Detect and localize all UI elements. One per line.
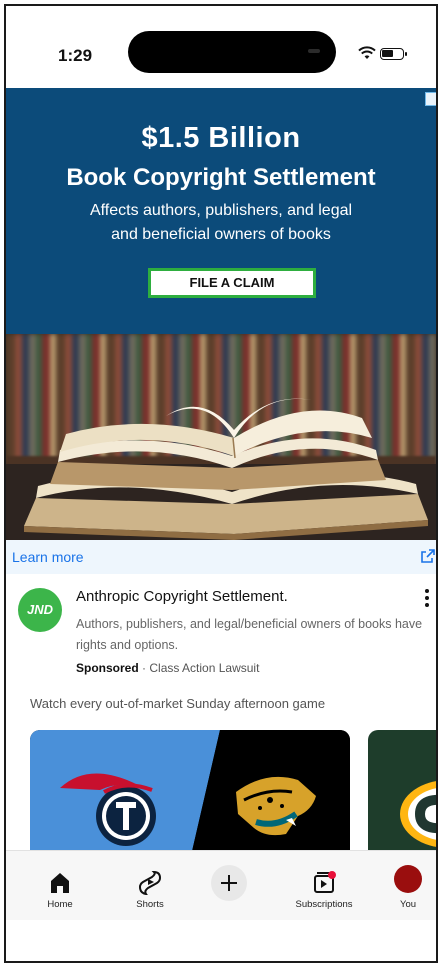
sponsored-description-line1: Authors, publishers, and legal/beneficia… [76, 617, 423, 631]
home-indicator-area [6, 920, 436, 961]
create-button[interactable] [211, 865, 247, 901]
external-link-icon[interactable] [420, 548, 436, 564]
avatar [394, 865, 422, 893]
more-options-icon[interactable] [420, 586, 434, 610]
ad-description-line2: and beneficial owners of books [111, 226, 331, 243]
sponsored-title[interactable]: Anthropic Copyright Settlement. [76, 588, 288, 605]
packers-logo-icon [400, 781, 436, 847]
sponsored-description-line2: rights and options. [76, 638, 179, 652]
ad-subheadline: Book Copyright Settlement [66, 164, 376, 191]
ad-description-line1: Affects authors, publishers, and legal [89, 202, 353, 219]
sponsored-item[interactable]: JND Anthropic Copyright Settlement. Auth… [6, 574, 436, 682]
ad-banner[interactable]: $1.5 Billion Book Copyright Settlement A… [6, 88, 436, 334]
ad-info-icon[interactable] [425, 92, 436, 106]
bottom-navigation: Home Shorts Subscriptions You [6, 850, 436, 921]
subscriptions-icon [314, 871, 336, 893]
nav-home[interactable]: Home [20, 851, 100, 921]
battery-icon [380, 48, 407, 60]
feed-section-text: Watch every out-of-market Sunday afterno… [30, 696, 326, 711]
video-thumbnail-titans-jaguars[interactable] [30, 730, 350, 860]
status-time: 1:29 [58, 46, 93, 65]
nav-you[interactable]: You [368, 851, 436, 921]
phone-screen: 1:29 $1.5 Billion Book Copyright Settlem… [4, 4, 438, 963]
meta-separator: · [142, 661, 147, 675]
nav-you-label: You [399, 899, 417, 910]
nav-subscriptions[interactable]: Subscriptions [284, 851, 364, 921]
ad-books-image[interactable] [6, 334, 436, 540]
advertiser-avatar[interactable]: JND [18, 588, 62, 632]
plus-icon [221, 875, 237, 891]
sponsored-label: Sponsored [76, 661, 139, 675]
sponsored-meta: Sponsored · Class Action Lawsuit [76, 661, 259, 675]
wifi-icon [358, 46, 376, 59]
open-books-image [24, 398, 428, 540]
learn-more-row[interactable]: Learn more [6, 540, 436, 574]
shorts-icon [138, 870, 162, 895]
advertiser-name: Class Action Lawsuit [149, 661, 260, 675]
status-bar: 1:29 [6, 6, 436, 88]
ad-headline: $1.5 Billion [141, 122, 301, 154]
file-claim-button[interactable]: FILE A CLAIM [148, 268, 316, 298]
dynamic-island [128, 31, 336, 73]
nav-shorts-label: Shorts [136, 899, 164, 910]
home-icon [51, 873, 69, 893]
nav-home-label: Home [47, 899, 73, 910]
nav-subscriptions-label: Subscriptions [295, 899, 353, 910]
nav-shorts[interactable]: Shorts [110, 851, 190, 921]
video-thumbnail-packers[interactable] [368, 730, 436, 860]
learn-more-link[interactable]: Learn more [12, 549, 84, 565]
